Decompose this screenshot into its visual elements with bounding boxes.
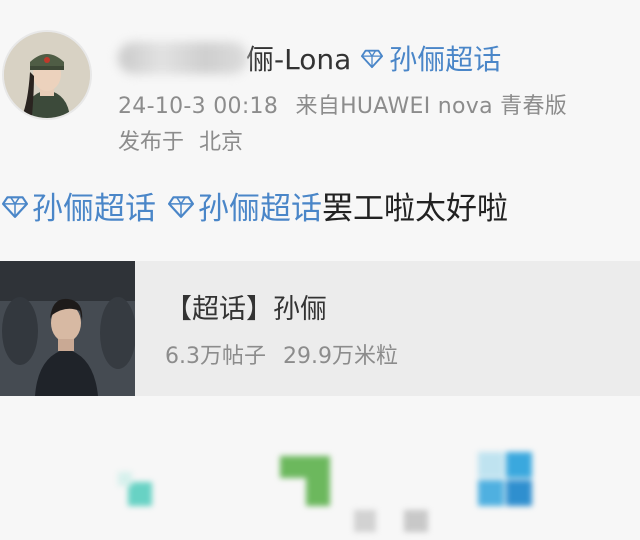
diamond-icon	[2, 195, 28, 218]
post-text: 罢工啦太好啦	[322, 191, 508, 227]
blurred-username	[118, 42, 248, 74]
timestamp: 24-10-3 00:18	[118, 94, 279, 119]
super-topic-card[interactable]: 【超话】孙俪 6.3万帖子 29.9万米粒	[0, 261, 640, 396]
device-name: HUAWEI nova 青春版	[340, 94, 568, 119]
comment-icon[interactable]	[280, 456, 332, 506]
card-point-count: 29.9万米粒	[283, 344, 398, 369]
repost-icon[interactable]	[118, 472, 152, 506]
avatar[interactable]	[2, 30, 92, 120]
card-title: 【超话】孙俪	[165, 294, 327, 325]
source-prefix: 来自	[295, 94, 341, 119]
topic-tag-label: 孙俪超话	[32, 191, 156, 227]
topic-tag-label: 孙俪超话	[198, 191, 322, 227]
author-name[interactable]: 俪-Lona	[246, 38, 351, 78]
like-icon[interactable]	[478, 452, 532, 506]
card-info: 【超话】孙俪 6.3万帖子 29.9万米粒	[135, 261, 398, 396]
post-location: 发布于 北京	[118, 124, 243, 156]
card-thumbnail	[0, 261, 135, 396]
pagination-dots	[352, 508, 432, 534]
location-prefix: 发布于	[118, 130, 185, 155]
topic-tag[interactable]: 孙俪超话	[168, 183, 322, 228]
author-row: 俪-Lona 孙俪超话	[118, 38, 501, 78]
post-meta: 24-10-3 00:18 来自HUAWEI nova 青春版	[118, 88, 567, 120]
topic-tag[interactable]: 孙俪超话	[2, 183, 156, 228]
super-topic-link[interactable]: 孙俪超话	[361, 38, 501, 78]
super-topic-label: 孙俪超话	[389, 43, 502, 76]
diamond-icon	[168, 195, 194, 218]
location-value: 北京	[199, 130, 244, 155]
card-stats: 6.3万帖子 29.9万米粒	[165, 338, 398, 370]
diamond-icon	[361, 49, 384, 69]
card-post-count: 6.3万帖子	[165, 344, 266, 369]
post-body: 孙俪超话 孙俪超话 罢工啦太好啦	[2, 183, 508, 228]
